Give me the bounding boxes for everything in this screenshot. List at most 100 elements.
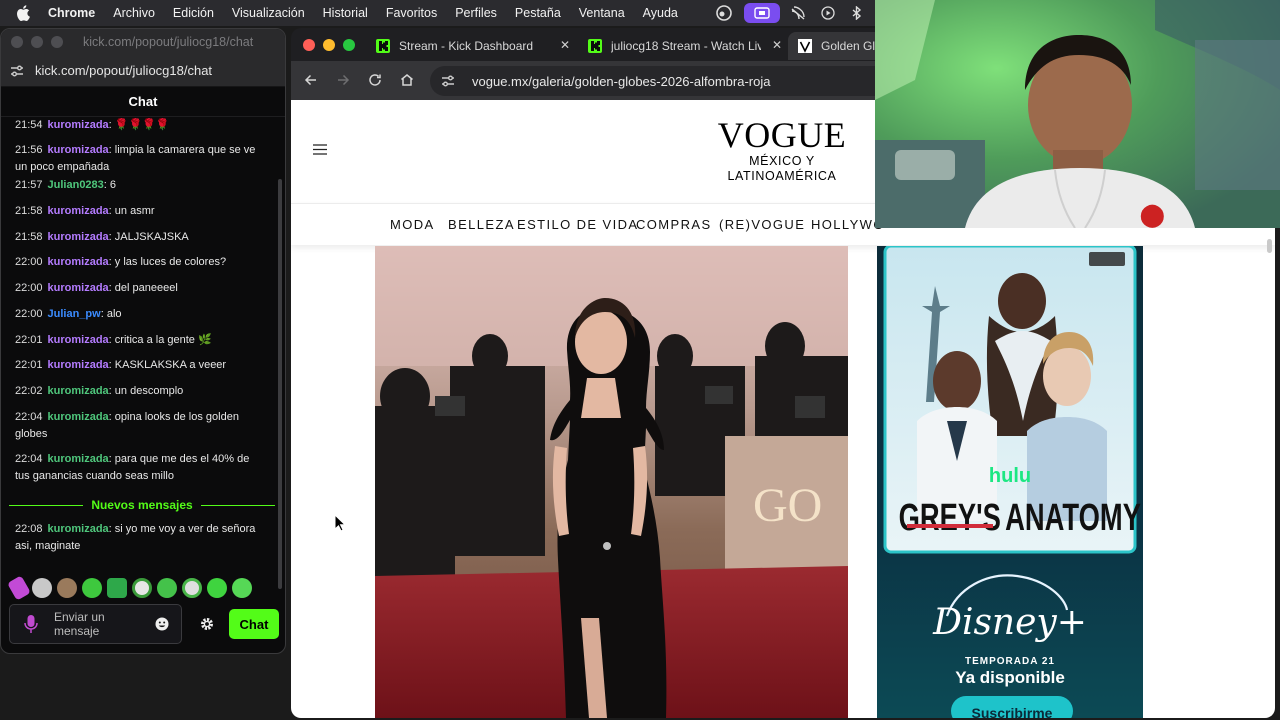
bluetooth-icon[interactable]: [850, 3, 864, 23]
nav-moda[interactable]: MODA: [390, 217, 435, 232]
back-icon[interactable]: [303, 72, 319, 88]
chat-username[interactable]: kuromizada: [48, 119, 109, 131]
nav-estilo-de-vida[interactable]: ESTILO DE VIDA: [517, 217, 638, 232]
menu-chrome[interactable]: Chrome: [48, 6, 95, 20]
kick-icon: [588, 39, 602, 53]
gallery-photo[interactable]: GO: [375, 246, 848, 718]
forward-icon[interactable]: [335, 72, 351, 88]
microphone-icon[interactable]: [24, 615, 38, 633]
chat-username[interactable]: kuromizada: [48, 231, 109, 243]
tab-kick-dashboard[interactable]: Stream - Kick Dashboard ✕: [366, 32, 576, 60]
chat-username[interactable]: kuromizada: [48, 359, 109, 371]
logo-subtitle: MÉXICO Y: [749, 154, 815, 168]
chat-username[interactable]: kuromizada: [48, 144, 109, 156]
chat-username[interactable]: kuromizada: [48, 453, 109, 465]
tab-kick-stream[interactable]: juliocg18 Stream - Watch Live ✕: [578, 32, 788, 60]
emote-icon[interactable]: [132, 578, 152, 598]
emote-icon[interactable]: [82, 578, 102, 598]
close-tab-icon[interactable]: ✕: [560, 38, 570, 52]
chat-username[interactable]: kuromizada: [48, 385, 109, 397]
gear-icon[interactable]: [200, 617, 214, 631]
hamburger-menu-icon[interactable]: [313, 144, 327, 155]
menu-visualizacion[interactable]: Visualización: [232, 6, 305, 20]
chat-username[interactable]: kuromizada: [48, 523, 109, 535]
chat-message: 21:54 kuromizada: 🌹🌹🌹🌹: [15, 119, 170, 131]
chat-titlebar: kick.com/popout/juliocg18/chat: [1, 29, 285, 55]
zoom-window-button[interactable]: [51, 36, 63, 48]
emote-icon[interactable]: [182, 578, 202, 598]
emote-icon[interactable]: [232, 578, 252, 598]
nav-belleza[interactable]: BELLEZA: [448, 217, 515, 232]
cat-emote-icon[interactable]: [32, 578, 52, 598]
site-settings-icon[interactable]: [440, 73, 456, 89]
chat-username[interactable]: kuromizada: [48, 334, 109, 346]
chat-message: 22:00 kuromizada: del paneeeel: [15, 282, 178, 294]
hulu-logo: hulu: [989, 465, 1031, 487]
menu-edicion[interactable]: Edición: [173, 6, 214, 20]
chat-message: 22:00 Julian_pw: alo: [15, 308, 122, 320]
menu-archivo[interactable]: Archivo: [113, 6, 155, 20]
chat-username[interactable]: kuromizada: [48, 282, 109, 294]
chat-username[interactable]: Julian_pw: [48, 308, 101, 320]
emote-icon[interactable]: [107, 578, 127, 598]
chat-username[interactable]: kuromizada: [48, 411, 109, 423]
tab-label: Golden Glo: [821, 39, 882, 53]
minimize-window-button[interactable]: [323, 39, 335, 51]
menu-perfiles[interactable]: Perfiles: [455, 6, 497, 20]
ad-cta-button[interactable]: Suscribirme: [972, 705, 1053, 718]
emote-icon[interactable]: [157, 578, 177, 598]
vogue-icon: [798, 39, 812, 53]
chat-messages: 21:54 kuromizada: 🌹🌹🌹🌹 21:56 kuromizada: l…: [1, 117, 279, 597]
menu-favoritos[interactable]: Favoritos: [386, 6, 437, 20]
emote-icon[interactable]: [207, 578, 227, 598]
chat-scrollbar[interactable]: [278, 179, 282, 589]
minimize-window-button[interactable]: [31, 36, 43, 48]
chat-input-placeholder: Enviar un mensaje: [54, 610, 105, 638]
chat-address-bar[interactable]: kick.com/popout/juliocg18/chat: [1, 55, 285, 87]
webcam-feed: ⬤: [875, 0, 1280, 228]
close-window-button[interactable]: [303, 39, 315, 51]
chat-message: 22:04 kuromizada: opina looks de los gold…: [15, 411, 239, 440]
emoji-picker-icon[interactable]: [155, 617, 169, 631]
cat-emote-icon[interactable]: [57, 578, 77, 598]
emote-icon[interactable]: [7, 575, 31, 601]
close-tab-icon[interactable]: ✕: [772, 38, 782, 52]
chat-message: 21:56 kuromizada: limpia la camarera que …: [15, 144, 256, 173]
home-icon[interactable]: [399, 72, 415, 88]
play-icon[interactable]: [820, 3, 836, 23]
chat-input[interactable]: Enviar un mensaje: [9, 604, 182, 644]
chat-username[interactable]: kuromizada: [48, 256, 109, 268]
logo-text: VOGUE: [717, 115, 847, 155]
hulu-disney-ad[interactable]: hulu GREY'S ANATOMY Disney+ TEMPORADA 21…: [877, 246, 1143, 718]
screen-share-icon[interactable]: [744, 3, 780, 23]
ad-availability: Ya disponible: [955, 668, 1065, 687]
disney-plus-logo: Disney+: [932, 602, 1087, 643]
apple-icon[interactable]: [16, 5, 30, 21]
chat-message: 21:57 Julian0283: 6: [15, 179, 117, 191]
close-window-button[interactable]: [11, 36, 23, 48]
chat-url: kick.com/popout/juliocg18/chat: [35, 63, 213, 78]
menu-ventana[interactable]: Ventana: [579, 6, 625, 20]
chat-username[interactable]: Julian0283: [48, 179, 104, 191]
chat-message: 22:04 kuromizada: para que me des el 40% …: [15, 453, 250, 482]
page-scrollbar[interactable]: [1267, 239, 1272, 253]
vogue-logo[interactable]: VOGUE MÉXICO Y LATINOAMÉRICA: [711, 116, 853, 184]
chat-message: 21:58 kuromizada: JALJSKAJSKA: [15, 231, 189, 243]
chat-username[interactable]: kuromizada: [48, 205, 109, 217]
menu-ayuda[interactable]: Ayuda: [643, 6, 678, 20]
airdrop-icon[interactable]: [790, 3, 806, 23]
menu-historial[interactable]: Historial: [323, 6, 368, 20]
reload-icon[interactable]: [367, 72, 383, 88]
nav-revogue[interactable]: (RE)VOGUE: [719, 217, 805, 232]
nav-compras[interactable]: COMPRAS: [636, 217, 712, 232]
backdrop-text: GO: [753, 479, 822, 532]
chat-popout-window: kick.com/popout/juliocg18/chat kick.com/…: [0, 28, 286, 654]
creative-cloud-icon[interactable]: [716, 3, 732, 23]
send-chat-button[interactable]: Chat: [229, 609, 279, 639]
site-settings-icon[interactable]: [9, 63, 25, 79]
zoom-window-button[interactable]: [343, 39, 355, 51]
nav-hollywood[interactable]: HOLLYWO: [811, 217, 885, 232]
menu-pestana[interactable]: Pestaña: [515, 6, 561, 20]
chat-message: 22:01 kuromizada: critica a la gente 🌿: [15, 334, 212, 346]
tab-vogue[interactable]: Golden Glo: [788, 32, 888, 60]
